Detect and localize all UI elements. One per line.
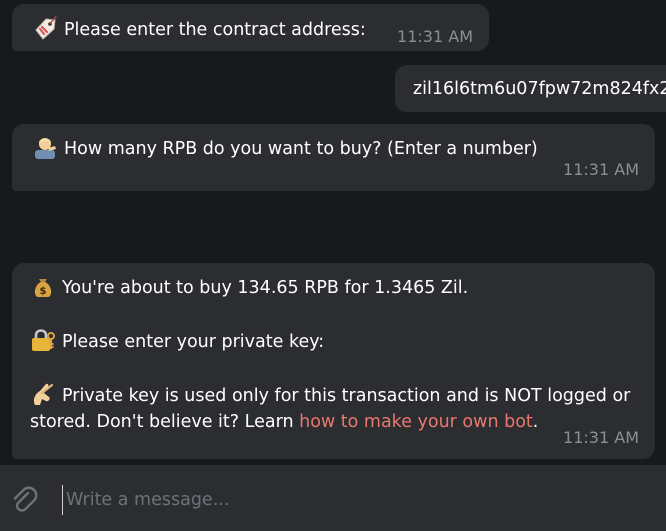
- message-line: Please enter your private key:: [30, 327, 637, 355]
- outgoing-message-bubble[interactable]: zil16l6tm6u07fpw72m824fx2: [395, 65, 666, 112]
- shushing-hand-icon: [30, 381, 56, 407]
- person-bowing-icon: [32, 134, 58, 160]
- message-bubble[interactable]: How many RPB do you want to buy? (Enter …: [12, 124, 655, 191]
- message-text: Please enter the contract address:: [64, 20, 366, 40]
- message-time: 11:31 AM: [563, 428, 639, 447]
- message-line: Private key is used only for this transa…: [30, 381, 637, 435]
- message-text: How many RPB do you want to buy? (Enter …: [64, 139, 538, 159]
- message-text-end: .: [532, 412, 539, 432]
- message-text: You're about to buy 134.65 RPB for 1.346…: [62, 278, 469, 298]
- chat-area: Please enter the contract address: 11:31…: [0, 0, 666, 465]
- svg-text:$: $: [40, 286, 47, 297]
- message-line: $ You're about to buy 134.65 RPB for 1.3…: [30, 273, 637, 301]
- locked-with-key-icon: [30, 327, 56, 353]
- message-time: 11:31 AM: [563, 160, 639, 179]
- message-bubble[interactable]: $ You're about to buy 134.65 RPB for 1.3…: [12, 263, 655, 459]
- money-bag-icon: $: [30, 273, 56, 299]
- message-composer: [0, 465, 666, 531]
- message-input[interactable]: [62, 485, 628, 515]
- message-bubble[interactable]: Please enter the contract address: 11:31…: [12, 4, 489, 51]
- paperclip-icon[interactable]: [8, 484, 40, 516]
- learn-link[interactable]: how to make your own bot: [299, 412, 533, 432]
- message-text: Please enter your private key:: [62, 332, 325, 352]
- label-tag-icon: [32, 15, 58, 41]
- message-text: zil16l6tm6u07fpw72m824fx2: [413, 79, 666, 99]
- message-time: 11:31 AM: [397, 27, 473, 46]
